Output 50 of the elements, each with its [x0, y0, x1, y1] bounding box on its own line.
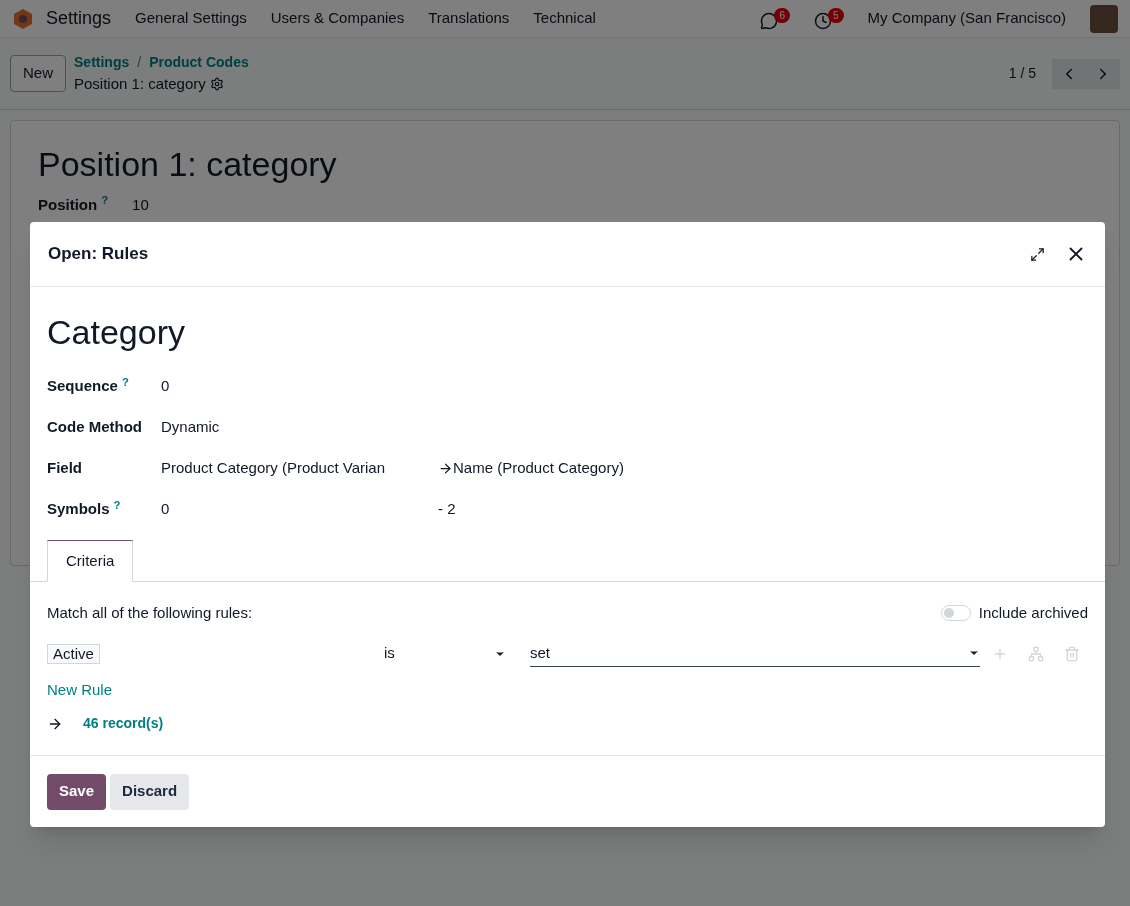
new-button[interactable]: New: [10, 55, 66, 92]
clock-icon[interactable]: [814, 11, 833, 30]
form-title: Position 1: category: [38, 144, 338, 185]
chat-icon[interactable]: [760, 11, 779, 30]
field-value: 10: [132, 195, 149, 215]
field-value: 0: [161, 376, 170, 397]
activities-badge: 5: [828, 7, 844, 23]
field-value: Product Category (Product Varian: [161, 458, 385, 479]
logo-icon: [12, 7, 34, 30]
value-select[interactable]: set: [530, 640, 980, 667]
hierarchy-icon[interactable]: [1028, 645, 1044, 662]
breadcrumb-link[interactable]: Settings: [74, 51, 130, 73]
pager-value: 1 / 5: [1008, 64, 1036, 83]
gear-icon: [209, 77, 224, 91]
breadcrumb-separator: /: [137, 52, 142, 72]
record-heading: Category: [47, 312, 186, 353]
discard-button[interactable]: Discard: [110, 773, 190, 810]
arrow-right-icon: [438, 461, 453, 476]
trash-icon[interactable]: [1064, 645, 1080, 662]
toggle-label: Include archived: [978, 603, 1088, 623]
menu-item[interactable]: Technical: [533, 7, 596, 30]
menu-item[interactable]: Translations: [428, 7, 510, 30]
field-label: Code Method: [47, 417, 143, 438]
criteria-intro: Match all of the following rules:: [47, 603, 254, 623]
messages-badge: 6: [774, 7, 791, 23]
breadcrumb-link[interactable]: Product Codes: [149, 51, 249, 73]
previous-button[interactable]: [1052, 58, 1086, 89]
dialog-title: Open: Rules: [48, 243, 150, 266]
new-rule-link[interactable]: New Rule: [47, 680, 113, 698]
rule-field[interactable]: Active: [47, 643, 100, 664]
field-value: - 2: [438, 499, 456, 520]
save-button[interactable]: Save: [47, 773, 107, 810]
records-link[interactable]: 46 record(s): [83, 713, 164, 734]
app-title[interactable]: Settings: [46, 5, 112, 32]
menu-item[interactable]: Users & Companies: [270, 7, 405, 30]
record-name: Position 1: category: [74, 73, 206, 94]
company-name[interactable]: My Company (San Francisco): [867, 7, 1066, 30]
field-value: Name (Product Category): [453, 458, 624, 479]
field-value: Dynamic: [161, 417, 220, 438]
criteria-tab[interactable]: Criteria: [47, 540, 134, 582]
field-value: 0: [161, 499, 170, 520]
field-label: Symbols $^{?}$: [47, 498, 122, 520]
field-label: Field: [47, 458, 83, 479]
menu-item[interactable]: General Settings: [135, 7, 247, 30]
field-label: Position $^{?}$: [38, 194, 109, 215]
user-avatar[interactable]: [1090, 4, 1118, 33]
next-button[interactable]: [1086, 58, 1120, 89]
field-label: Sequence $^{?}$: [47, 375, 130, 397]
operator-select[interactable]: is: [384, 642, 514, 665]
expand-icon[interactable]: [1030, 246, 1045, 262]
